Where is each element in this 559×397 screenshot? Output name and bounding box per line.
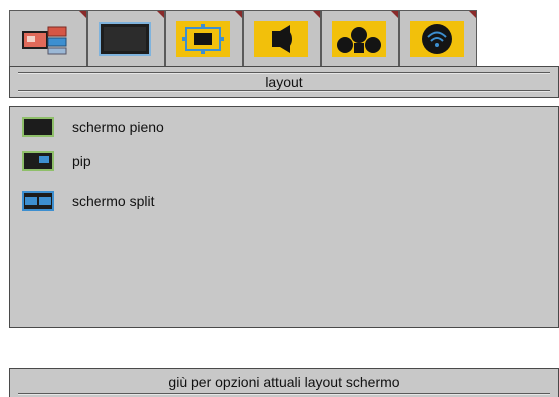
menu-item-label: pip	[72, 153, 91, 169]
media-setup-icon	[22, 26, 67, 55]
header-rule-bottom	[18, 90, 550, 92]
tab-layout[interactable]	[165, 10, 243, 66]
tab-speaker[interactable]	[243, 10, 321, 66]
wireless-icon	[410, 21, 464, 57]
screen-icon	[99, 22, 151, 56]
hint-text: giù per opzioni attuali layout schermo	[168, 374, 400, 390]
hint-rule	[18, 393, 550, 395]
tab-corner-marker	[391, 11, 398, 18]
split-layout-icon	[22, 191, 54, 211]
hint-bar: giù per opzioni attuali layout schermo	[9, 368, 559, 397]
page-title: layout	[265, 74, 303, 90]
layout-icon	[176, 21, 230, 57]
fullscreen-layout-icon	[22, 117, 54, 137]
layout-options-panel: schermo pieno pip schermo split	[9, 106, 559, 328]
menu-item-label: schermo split	[72, 193, 155, 209]
tab-corner-marker	[79, 11, 86, 18]
tab-bar	[9, 10, 479, 66]
tab-corner-marker	[157, 11, 164, 18]
surround-speakers-icon	[332, 21, 386, 57]
tab-corner-marker	[235, 11, 242, 18]
speaker-icon	[254, 21, 308, 57]
menu-item-label: schermo pieno	[72, 119, 164, 135]
tab-corner-marker	[469, 11, 476, 18]
tab-media-setup[interactable]	[9, 10, 87, 66]
tab-corner-marker	[313, 11, 320, 18]
header-bar: layout	[9, 66, 559, 98]
tab-surround[interactable]	[321, 10, 399, 66]
tab-wireless[interactable]	[399, 10, 477, 66]
pip-layout-icon	[22, 151, 54, 171]
tab-screen[interactable]	[87, 10, 165, 66]
